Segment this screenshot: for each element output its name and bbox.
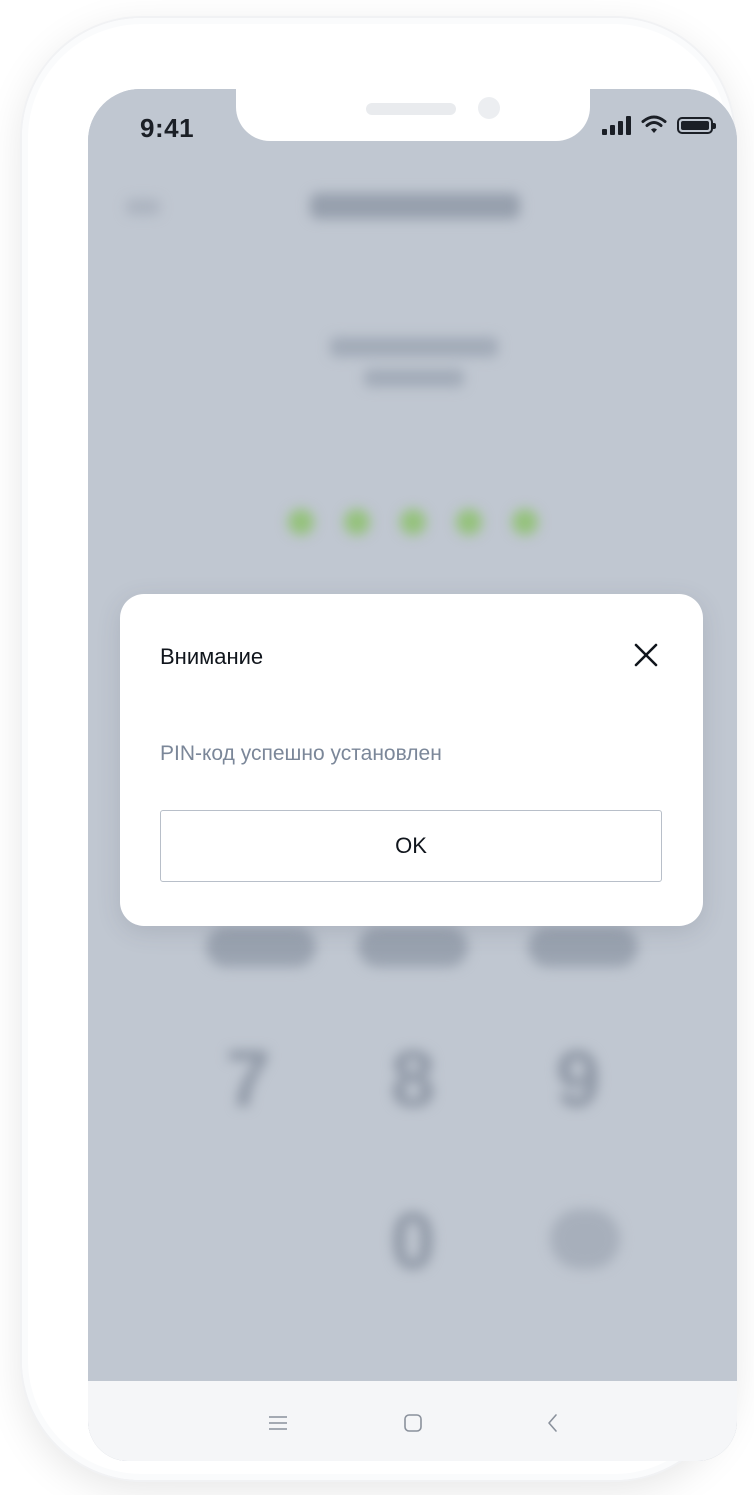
pin-dots xyxy=(288,509,538,535)
blurred-subtitle-line xyxy=(330,337,498,357)
ok-button[interactable]: OK xyxy=(160,810,662,882)
wifi-icon xyxy=(641,115,667,133)
battery-icon xyxy=(677,116,716,134)
close-icon[interactable] xyxy=(629,638,663,672)
android-nav-bar xyxy=(88,1381,737,1461)
pin-dot xyxy=(456,509,482,535)
camera xyxy=(478,97,500,119)
status-icons xyxy=(602,115,716,135)
blurred-title xyxy=(310,193,520,219)
back-arrow-icon xyxy=(126,199,160,215)
alert-dialog: Внимание PIN-код успешно установлен OK xyxy=(120,594,703,926)
home-square-icon[interactable] xyxy=(393,1403,433,1443)
dialog-message: PIN-код успешно установлен xyxy=(160,742,442,765)
phone-frame: 7 8 9 0 9:41 Внимание PIN-код успешно ус… xyxy=(22,18,737,1480)
keypad-key-8: 8 xyxy=(390,1034,436,1123)
back-chevron-icon[interactable] xyxy=(533,1403,573,1443)
menu-icon[interactable] xyxy=(258,1403,298,1443)
status-time: 9:41 xyxy=(140,113,195,143)
signal-icon xyxy=(602,115,631,135)
keypad-key-7: 7 xyxy=(225,1034,271,1123)
notch xyxy=(236,89,590,141)
blurred-subtitle-line xyxy=(364,369,464,387)
speaker xyxy=(366,103,456,115)
dialog-title: Внимание xyxy=(160,644,264,669)
keypad-key-9: 9 xyxy=(555,1034,601,1123)
pin-dot xyxy=(512,509,538,535)
keypad-key-partial xyxy=(528,927,638,967)
keypad-key-0: 0 xyxy=(390,1196,436,1285)
status-bar: 9:41 xyxy=(88,89,737,169)
screen: 7 8 9 0 9:41 Внимание PIN-код успешно ус… xyxy=(88,89,737,1461)
keypad-key-partial xyxy=(206,927,316,967)
backspace-icon xyxy=(550,1209,620,1269)
pin-dot xyxy=(344,509,370,535)
pin-dot xyxy=(288,509,314,535)
pin-dot xyxy=(400,509,426,535)
keypad-key-partial xyxy=(358,927,468,967)
